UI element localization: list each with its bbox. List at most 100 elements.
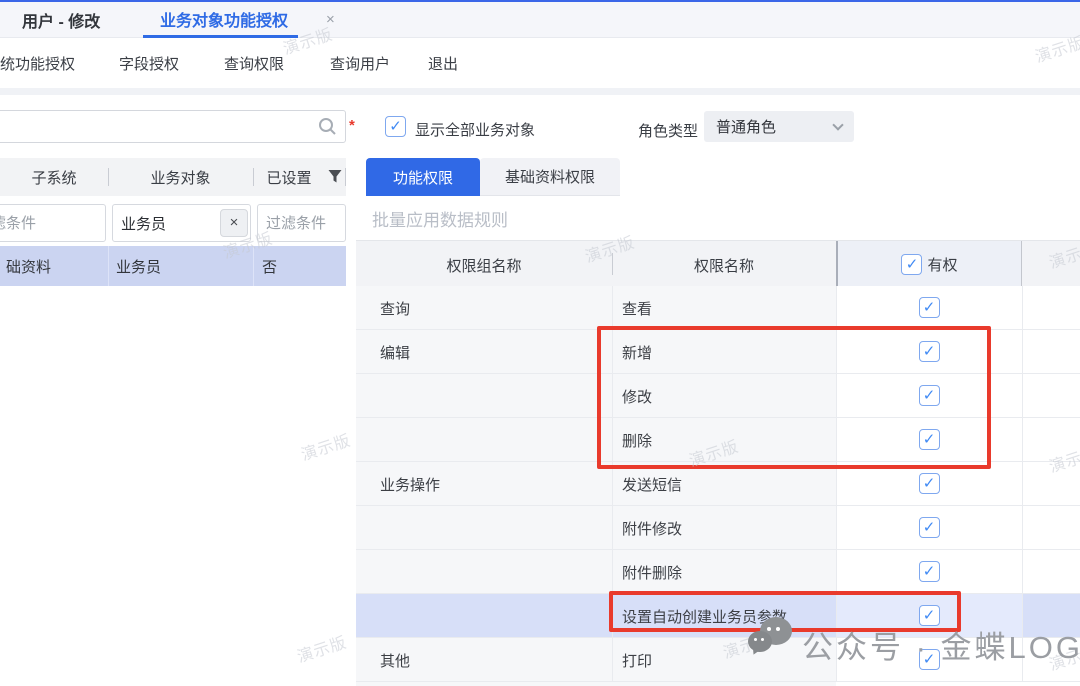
chevron-down-icon [832,119,843,130]
table-row[interactable]: 修改 [356,374,1080,418]
permission-group-cell: 其他 [356,638,612,681]
granted-checkbox[interactable] [919,517,940,538]
empty-cell [1022,374,1080,417]
col-header-permission-name: 权限名称 [612,255,836,276]
empty-cell [1022,506,1080,549]
role-type-select[interactable]: 普通角色 [704,111,854,142]
tab-base-data-permission-label: 基础资料权限 [505,166,595,187]
tab-business-object-auth-label: 业务对象功能授权 [160,7,288,31]
toolbar-item-query-perm[interactable]: 查询权限 [224,53,284,74]
granted-checkbox[interactable] [919,297,940,318]
granted-cell [836,462,1022,505]
granted-cell [836,550,1022,593]
table-row[interactable]: 编辑 新增 [356,330,1080,374]
close-icon[interactable] [326,12,335,27]
permission-group-cell: 编辑 [356,330,612,373]
permission-group-cell: 查询 [356,286,612,329]
granted-checkbox[interactable] [919,341,940,362]
required-mark: * [349,117,355,134]
next-row-sliver [356,682,836,686]
empty-cell [1022,462,1080,505]
permission-name-cell: 发送短信 [612,462,836,505]
permission-group-cell [356,506,612,549]
granted-cell [836,330,1022,373]
toolbar-item-exit[interactable]: 退出 [428,53,458,74]
batch-apply-rules-button[interactable]: 批量应用数据规则 [372,206,508,231]
search-input[interactable] [0,111,289,142]
clear-filter-icon[interactable] [220,209,248,237]
show-all-checkbox[interactable] [385,116,406,137]
cell-divider [253,246,254,286]
toolbar-item-system-auth[interactable]: 统功能授权 [0,53,75,74]
table-row[interactable]: 查询 查看 [356,286,1080,330]
granted-cell [836,506,1022,549]
toolbar-divider [0,88,1080,95]
header-divider [253,168,254,186]
cell-subsystem: 础资料 [6,256,51,277]
permission-group-cell: 业务操作 [356,462,612,505]
granted-checkbox[interactable] [919,561,940,582]
permission-name-cell: 附件修改 [612,506,836,549]
toolbar-item-query-user[interactable]: 查询用户 [330,53,390,74]
app-window: 用户 - 修改 业务对象功能授权 统功能授权 字段授权 查询权限 查询用户 退出… [0,0,1080,686]
tab-function-permission[interactable]: 功能权限 [366,158,480,196]
permission-name-cell: 新增 [612,330,836,373]
header-divider [108,168,109,186]
cell-is-set: 否 [262,256,277,277]
column-divider [612,286,613,682]
tab-function-permission-label: 功能权限 [393,167,453,188]
role-type-label: 角色类型 [638,120,698,141]
permission-group-cell [356,550,612,593]
col-header-subsystem: 子系统 [0,167,108,188]
left-grid-header: 子系统 业务对象 已设置 [0,158,346,196]
permission-group-cell [356,374,612,417]
cell-divider [108,246,109,286]
empty-cell [1022,286,1080,329]
granted-cell [836,418,1022,461]
wechat-icon [748,617,796,659]
tab-base-data-permission[interactable]: 基础资料权限 [480,158,620,196]
left-grid-selected-row[interactable]: 础资料 业务员 否 [0,246,346,286]
granted-cell [836,374,1022,417]
col-header-business-object: 业务对象 [108,167,253,188]
tab-business-object-auth[interactable]: 业务对象功能授权 [143,2,298,38]
table-row[interactable]: 删除 [356,418,1080,462]
role-type-value: 普通角色 [716,116,776,137]
granted-checkbox[interactable] [919,385,940,406]
permission-name-cell: 附件删除 [612,550,836,593]
watermark: 演示版 [298,427,354,466]
granted-checkbox[interactable] [919,429,940,450]
granted-select-all-checkbox[interactable] [901,254,922,275]
permission-group-cell [356,418,612,461]
tab-user-modify[interactable]: 用户 - 修改 [22,2,100,38]
search-icon[interactable] [318,117,337,136]
cell-business-object: 业务员 [116,256,161,277]
permission-name-cell: 删除 [612,418,836,461]
tab-user-modify-label: 用户 - 修改 [22,8,100,32]
subsystem-filter-input[interactable] [0,204,106,242]
table-row[interactable]: 附件修改 [356,506,1080,550]
col-header-permission-group: 权限组名称 [356,255,612,276]
empty-cell [1022,550,1080,593]
watermark: 演示版 [294,629,350,668]
table-row[interactable]: 业务操作 发送短信 [356,462,1080,506]
empty-cell [1022,330,1080,373]
toolbar-item-field-auth[interactable]: 字段授权 [119,53,179,74]
permissions-table-header: 权限组名称 权限名称 有权 [356,240,1080,286]
is-set-filter-input[interactable] [257,204,346,242]
granted-cell [836,286,1022,329]
col-header-is-set: 已设置 [258,167,320,188]
table-row[interactable]: 附件删除 [356,550,1080,594]
search-box [0,110,346,143]
show-all-label: 显示全部业务对象 [415,119,535,140]
wechat-account-label: 公众号 · 金蝶LOG [802,622,1080,667]
empty-cell [1022,418,1080,461]
col-header-granted-label: 有权 [927,254,957,275]
filter-funnel-icon[interactable] [328,169,342,184]
permission-name-cell: 修改 [612,374,836,417]
action-toolbar: 统功能授权 字段授权 查询权限 查询用户 退出 [0,38,1080,88]
granted-checkbox[interactable] [919,473,940,494]
document-tabstrip: 用户 - 修改 业务对象功能授权 [0,2,1080,38]
permission-name-cell: 查看 [612,286,836,329]
header-divider [345,168,346,186]
